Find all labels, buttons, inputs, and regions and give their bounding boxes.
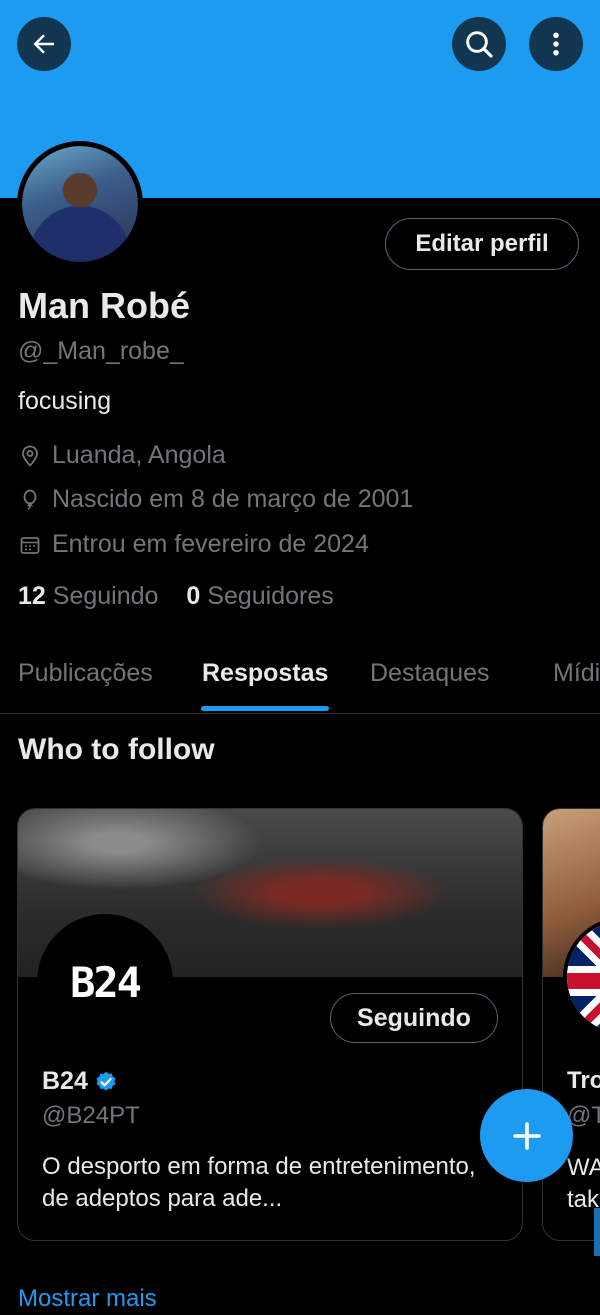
- card2-name: Tro: [567, 1067, 600, 1094]
- card-description: O desporto em forma de entretenimento, d…: [42, 1153, 476, 1212]
- b24-logo: B24: [37, 914, 173, 1050]
- avatar[interactable]: [17, 141, 143, 267]
- card-handle: @B24PT: [42, 1102, 140, 1129]
- following-link[interactable]: 12 Seguindo: [18, 582, 158, 611]
- card2-desc-line1: WA: [567, 1154, 600, 1181]
- profile-name: Man Robé: [18, 285, 191, 326]
- more-options-button[interactable]: [529, 17, 583, 71]
- active-tab-indicator: [201, 706, 329, 711]
- compose-fab-button[interactable]: [480, 1089, 573, 1182]
- following-button[interactable]: Seguindo: [330, 993, 498, 1043]
- suggestion-card-b24[interactable]: B24 Seguindo B24 @B24PT O desporto em fo…: [17, 808, 523, 1241]
- scroll-indicator: [594, 1208, 600, 1256]
- joined-text: Entrou em fevereiro de 2024: [52, 530, 369, 558]
- b24-logo-text: B24: [70, 957, 142, 1007]
- following-label: Seguindo: [52, 582, 159, 610]
- search-icon: [466, 31, 493, 58]
- show-more-link[interactable]: Mostrar mais: [18, 1285, 157, 1313]
- birth-text: Nascido em 8 de março de 2001: [52, 485, 414, 513]
- card-name: B24: [42, 1067, 118, 1096]
- profile-bio: focusing: [18, 387, 112, 415]
- location-text: Luanda, Angola: [52, 441, 226, 469]
- search-button[interactable]: [452, 17, 506, 71]
- profile-handle: @_Man_robe_: [18, 337, 184, 365]
- tab-destaques[interactable]: Destaques: [370, 659, 490, 688]
- edit-profile-button[interactable]: Editar perfil: [385, 218, 579, 270]
- profile-tabs: Publicações Respostas Destaques Mídia: [0, 645, 600, 714]
- tab-respostas[interactable]: Respostas: [202, 659, 328, 688]
- plus-icon: [512, 1121, 541, 1150]
- more-vertical-icon: [553, 32, 559, 56]
- calendar-icon: [20, 536, 40, 554]
- follow-stats: 12 Seguindo 0 Seguidores: [18, 582, 334, 611]
- joined-row: Entrou em fevereiro de 2024: [18, 530, 369, 559]
- following-count: 12: [18, 582, 46, 610]
- verified-badge-icon: [96, 1071, 116, 1091]
- followers-count: 0: [186, 582, 201, 610]
- suggestion-card-second[interactable]: Tro @T WA tak: [542, 808, 600, 1241]
- tab-publicacoes[interactable]: Publicações: [18, 659, 153, 688]
- who-to-follow-title: Who to follow: [18, 733, 215, 766]
- back-button[interactable]: [17, 17, 71, 71]
- location-row: Luanda, Angola: [18, 441, 226, 470]
- tab-midia[interactable]: Mídia: [553, 659, 600, 688]
- balloon-icon: [23, 489, 37, 510]
- arrow-left-icon: [33, 34, 54, 54]
- location-pin-icon: [22, 445, 38, 467]
- avatar-photo: [22, 146, 138, 262]
- birth-row: Nascido em 8 de março de 2001: [18, 485, 413, 514]
- card-name-text: B24: [42, 1067, 88, 1095]
- followers-link[interactable]: 0 Seguidores: [186, 582, 333, 611]
- followers-label: Seguidores: [207, 582, 334, 610]
